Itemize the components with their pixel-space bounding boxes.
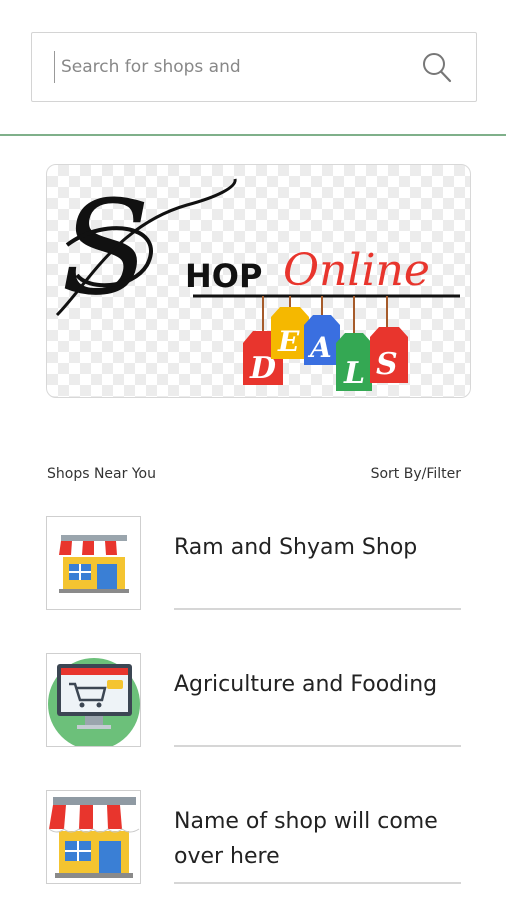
shop-online-deals-logo: S HOP Online D E A L S [55, 172, 460, 391]
search-icon [423, 53, 452, 83]
shop-thumbnail [46, 790, 141, 884]
shop-list-item[interactable]: Name of shop will come over here [46, 790, 461, 884]
shop-thumbnail [46, 653, 141, 747]
shops-section-header: Shops Near You Sort By/Filter [47, 466, 461, 488]
section-title: Shops Near You [47, 466, 156, 482]
logo-hop-text: HOP [185, 257, 262, 295]
item-divider [174, 608, 461, 610]
shop-name: Agriculture and Fooding [174, 672, 438, 697]
logo-letter-s: S [61, 172, 150, 324]
item-divider [174, 882, 461, 884]
shop-thumbnail [46, 516, 141, 610]
promo-banner[interactable]: S HOP Online D E A L S [46, 164, 471, 398]
storefront-icon [48, 797, 140, 878]
shop-name: Name of shop will come over here [174, 809, 438, 869]
sort-filter-link[interactable]: Sort By/Filter [371, 466, 461, 482]
search-bar [31, 32, 477, 102]
deal-tag-s: S [370, 327, 408, 383]
svg-text:A: A [307, 331, 332, 364]
deal-tag-e: E [271, 307, 309, 359]
svg-text:L: L [343, 356, 365, 391]
search-input[interactable] [54, 51, 414, 83]
shop-name: Ram and Shyam Shop [174, 535, 418, 560]
online-cart-icon [48, 658, 140, 746]
shop-list-item[interactable]: Ram and Shyam Shop [46, 516, 461, 610]
header-divider [0, 134, 506, 136]
svg-text:E: E [277, 325, 300, 358]
shop-list-item[interactable]: Agriculture and Fooding [46, 653, 461, 747]
storefront-icon [59, 535, 129, 593]
search-button[interactable] [420, 51, 454, 85]
deal-tag-a: A [304, 315, 340, 365]
deal-tag-l: L [336, 333, 372, 391]
svg-text:S: S [376, 347, 398, 382]
logo-online-text: Online [283, 245, 430, 296]
item-divider [174, 745, 461, 747]
